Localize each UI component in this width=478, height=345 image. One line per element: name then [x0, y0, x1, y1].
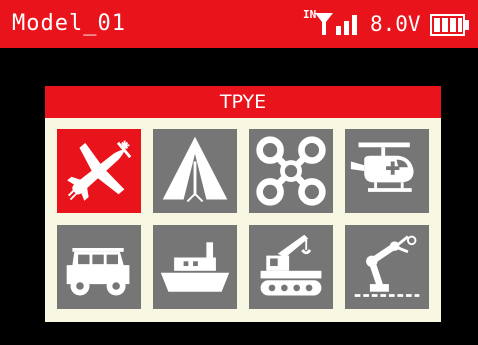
status-bar: Model_01 IN 8.0V — [0, 0, 478, 48]
type-tile-helicopter[interactable] — [345, 129, 429, 213]
type-tile-robot-arm[interactable] — [345, 225, 429, 309]
car-icon — [66, 248, 130, 296]
quadcopter-icon — [256, 136, 326, 206]
robot-arm-icon — [354, 235, 420, 297]
glider-icon — [162, 136, 228, 203]
type-tile-quadcopter[interactable] — [249, 129, 333, 213]
type-tile-boat[interactable] — [153, 225, 237, 309]
model-type-panel: TPYE — [45, 86, 441, 322]
helicopter-icon — [350, 142, 414, 192]
panel-title: TPYE — [45, 86, 441, 118]
tracked-vehicle-icon — [260, 234, 322, 296]
type-tile-car[interactable] — [57, 225, 141, 309]
type-tile-tracked-vehicle[interactable] — [249, 225, 333, 309]
battery-full-icon — [430, 14, 469, 36]
boat-icon — [160, 242, 230, 292]
battery-voltage: 8.0V — [370, 12, 421, 36]
model-name[interactable]: Model_01 — [12, 10, 126, 38]
type-tile-glider[interactable] — [153, 129, 237, 213]
signal-bars-icon — [315, 13, 357, 35]
airplane-icon — [67, 140, 132, 201]
type-tile-airplane[interactable] — [57, 129, 141, 213]
signal-indicator: IN — [303, 9, 369, 39]
